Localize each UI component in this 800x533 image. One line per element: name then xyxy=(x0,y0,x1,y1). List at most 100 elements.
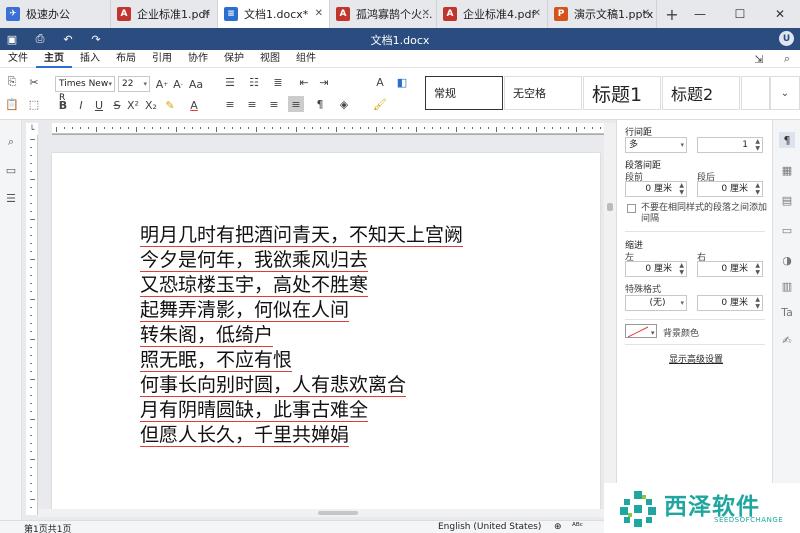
line-spacing-value-field[interactable]: 1 ▲ ▼ xyxy=(697,137,763,153)
shape-settings-icon[interactable]: ◑ xyxy=(779,252,795,268)
menu-view[interactable]: 视图 xyxy=(252,50,288,68)
cut-icon[interactable]: ✂ xyxy=(26,74,42,90)
special-format-amount-field[interactable]: 0 厘米 ▲ ▼ xyxy=(697,295,763,311)
menu-home[interactable]: 主页 xyxy=(36,50,72,68)
scroll-thumb[interactable] xyxy=(607,203,613,211)
no-space-checkbox[interactable] xyxy=(627,204,636,213)
text-line[interactable]: 又恐琼楼玉宇，高处不胜寒 xyxy=(140,273,463,298)
color-scheme-icon[interactable]: ◧ xyxy=(394,74,410,90)
tab-home[interactable]: ✈ 极速办公 xyxy=(0,0,111,28)
image-settings-icon[interactable]: ▤ xyxy=(779,192,795,208)
vertical-scrollbar[interactable] xyxy=(604,123,616,515)
bold-icon[interactable]: B xyxy=(55,97,71,113)
text-line[interactable]: 起舞弄清影，何似在人间 xyxy=(140,298,463,323)
style-a-icon[interactable]: A xyxy=(372,74,388,90)
style-no-spacing[interactable]: 无空格 xyxy=(504,76,582,110)
shrink-font-icon[interactable]: A- xyxy=(170,76,186,92)
comment-icon[interactable]: ▭ xyxy=(3,162,19,178)
spacing-after-field[interactable]: 0 厘米 ▲ ▼ xyxy=(697,181,763,197)
horizontal-ruler[interactable] xyxy=(52,123,608,135)
document-canvas[interactable]: 明月几时有把酒问青天，不知天上宫阙 今夕是何年，我欲乘风归去 又恐琼楼玉宇，高处… xyxy=(38,135,604,515)
text-line[interactable]: 转朱阁，低绮户 xyxy=(140,323,463,348)
indent-left-field[interactable]: 0 厘米 ▲ ▼ xyxy=(625,261,687,277)
search-icon[interactable]: ⌕ xyxy=(3,134,19,150)
copy-icon[interactable]: ⎘ xyxy=(4,74,20,90)
chart-settings-icon[interactable]: ▥ xyxy=(779,278,795,294)
paste-icon[interactable]: 📋 xyxy=(4,96,20,112)
document-text[interactable]: 明月几时有把酒问青天，不知天上宫阙 今夕是何年，我欲乘风归去 又恐琼楼玉宇，高处… xyxy=(140,223,464,448)
increase-indent-icon[interactable]: ⇥ xyxy=(316,74,332,90)
font-name-select[interactable]: Times New R ▾ xyxy=(55,76,115,103)
navigation-icon[interactable]: ☰ xyxy=(3,190,19,206)
document-page[interactable]: 明月几时有把酒问青天，不知天上宫阙 今夕是何年，我欲乘风归去 又恐琼楼玉宇，高处… xyxy=(52,153,600,515)
text-line[interactable]: 何事长向别时圆，人有悲欢离合 xyxy=(140,373,463,398)
paragraph-mark-icon[interactable]: ¶ xyxy=(312,96,328,112)
select-all-icon[interactable]: ⬚ xyxy=(26,96,42,112)
font-color-icon[interactable]: A xyxy=(186,97,202,113)
superscript-icon[interactable]: X² xyxy=(125,97,141,113)
show-advanced-settings-link[interactable]: 显示高级设置 xyxy=(669,352,723,365)
multilevel-list-icon[interactable]: ≣ xyxy=(270,74,286,90)
format-painter-icon[interactable]: 🖌 xyxy=(372,96,388,112)
text-art-icon[interactable]: Ta xyxy=(779,304,795,320)
bullet-list-icon[interactable]: ☰ xyxy=(222,74,238,90)
paragraph-settings-icon[interactable]: ¶ xyxy=(779,132,795,148)
align-center-icon[interactable]: ≡ xyxy=(244,96,260,112)
numbered-list-icon[interactable]: ☷ xyxy=(246,74,262,90)
tab-pdf-2[interactable]: A 孤鸿寡鹄个火... ✕ xyxy=(330,0,437,28)
signature-icon[interactable]: ✍ xyxy=(779,332,795,348)
underline-icon[interactable]: U xyxy=(91,97,107,113)
text-line[interactable]: 照无眠，不应有恨 xyxy=(140,348,463,373)
line-spacing-mode-select[interactable]: 多 ▾ xyxy=(625,137,687,153)
menu-references[interactable]: 引用 xyxy=(144,50,180,68)
tab-stop-selector[interactable]: └ xyxy=(26,123,38,135)
text-line[interactable]: 但愿人长久，千里共婵娟 xyxy=(140,423,463,448)
tab-pdf-1[interactable]: A 企业标准1.pdf ✕ xyxy=(111,0,218,28)
style-heading-1[interactable]: 标题1 xyxy=(583,76,661,110)
grow-font-icon[interactable]: A + xyxy=(154,76,170,92)
background-color-picker[interactable]: ▾ xyxy=(625,324,657,338)
minimize-button[interactable]: — xyxy=(680,0,720,28)
text-line[interactable]: 月有阴晴圆缺，此事古难全 xyxy=(140,398,463,423)
chevron-down-icon[interactable]: ⌄ xyxy=(770,76,800,110)
menu-layout[interactable]: 布局 xyxy=(108,50,144,68)
close-window-button[interactable]: ✕ xyxy=(760,0,800,28)
open-location-icon[interactable]: ⇲ xyxy=(752,52,766,66)
align-left-icon[interactable]: ≡ xyxy=(222,96,238,112)
style-heading-2[interactable]: 标题2 xyxy=(662,76,740,110)
close-icon[interactable]: ✕ xyxy=(203,8,211,19)
search-icon[interactable]: ⌕ xyxy=(780,52,794,66)
maximize-button[interactable]: ☐ xyxy=(720,0,760,28)
user-avatar[interactable]: U xyxy=(779,31,794,46)
indent-right-field[interactable]: 0 厘米 ▲ ▼ xyxy=(697,261,763,277)
header-footer-icon[interactable]: ▭ xyxy=(779,222,795,238)
align-right-icon[interactable]: ≡ xyxy=(266,96,282,112)
text-line[interactable]: 明月几时有把酒问青天，不知天上宫阙 xyxy=(140,223,464,248)
table-settings-icon[interactable]: ▦ xyxy=(779,162,795,178)
style-gallery-empty[interactable] xyxy=(741,76,770,110)
close-icon[interactable]: ✕ xyxy=(422,8,430,19)
scroll-thumb[interactable] xyxy=(318,511,358,515)
close-icon[interactable]: ✕ xyxy=(533,8,541,19)
horizontal-scrollbar[interactable] xyxy=(38,509,604,517)
menu-plugins[interactable]: 组件 xyxy=(288,50,324,68)
special-format-select[interactable]: (无) ▾ xyxy=(625,295,687,311)
change-case-icon[interactable]: Aa xyxy=(188,76,204,92)
vertical-ruler[interactable] xyxy=(26,135,38,515)
style-normal[interactable]: 常规 xyxy=(425,76,503,110)
tab-pptx[interactable]: P 演示文稿1.pptx ✕ xyxy=(548,0,657,28)
language-select[interactable]: English (United States) xyxy=(438,522,541,532)
menu-protect[interactable]: 保护 xyxy=(216,50,252,68)
italic-icon[interactable]: I xyxy=(73,97,89,113)
globe-icon[interactable]: ⊕ xyxy=(554,522,562,532)
close-icon[interactable]: ✕ xyxy=(642,8,650,19)
menu-collaborate[interactable]: 协作 xyxy=(180,50,216,68)
close-icon[interactable]: ✕ xyxy=(315,8,323,19)
decrease-indent-icon[interactable]: ⇤ xyxy=(296,74,312,90)
text-line[interactable]: 今夕是何年，我欲乘风归去 xyxy=(140,248,463,273)
tab-docx[interactable]: ≡ 文档1.docx* ✕ xyxy=(218,0,330,28)
menu-insert[interactable]: 插入 xyxy=(72,50,108,68)
subscript-icon[interactable]: X₂ xyxy=(143,97,159,113)
font-size-select[interactable]: 22 ▾ xyxy=(118,76,150,92)
spacing-before-field[interactable]: 0 厘米 ▲ ▼ xyxy=(625,181,687,197)
